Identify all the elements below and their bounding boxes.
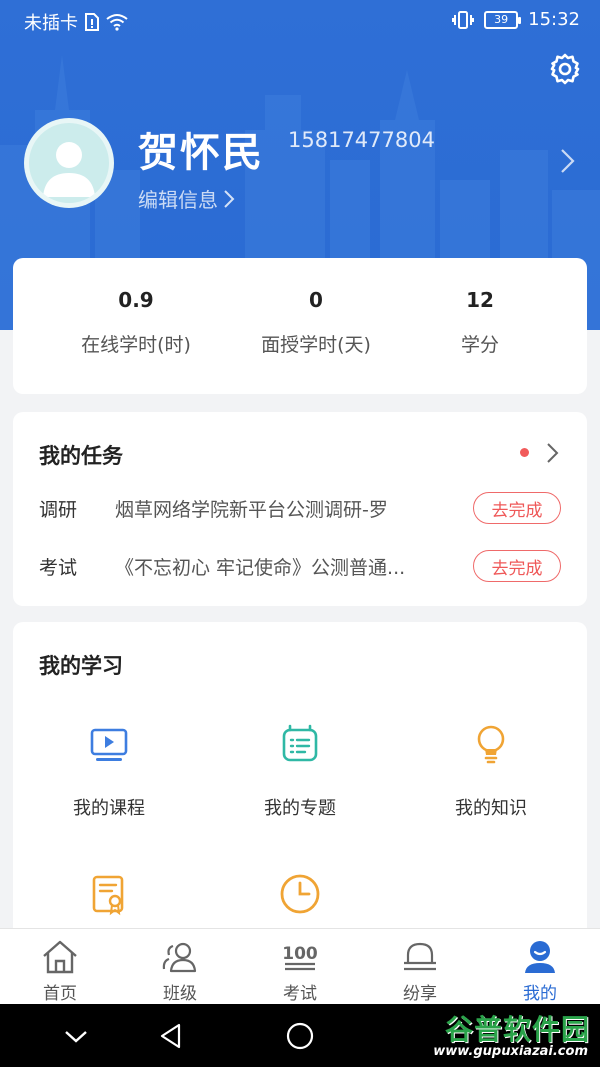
certificate-icon xyxy=(92,875,124,916)
stat-label: 面授学时(天) xyxy=(261,334,371,356)
home-circle-icon[interactable] xyxy=(284,1020,316,1052)
study-item-courses[interactable]: 我的课程 xyxy=(19,722,199,820)
edit-info-label: 编辑信息 xyxy=(138,188,218,212)
bottom-tab-bar: 首页 班级 100 考试 纷享 我的 xyxy=(0,928,600,1004)
task-type: 考试 xyxy=(39,556,78,579)
watermark-url: www.gupuxiazai.com xyxy=(433,1044,588,1059)
study-title: 我的学习 xyxy=(39,654,123,678)
tab-home[interactable]: 首页 xyxy=(0,929,120,1004)
home-icon xyxy=(43,940,77,974)
tab-mine[interactable]: 我的 xyxy=(480,929,600,1004)
stats-card: 0.9 在线学时(时) 0 面授学时(天) 12 学分 xyxy=(13,258,587,394)
user-name: 贺怀民 xyxy=(138,130,264,176)
task-name: 《不忘初心 牢记使命》公测普通... xyxy=(115,556,406,579)
my-tasks-card: 我的任务 调研 烟草网络学院新平台公测调研-罗 去完成 考试 《不忘初心 牢记使… xyxy=(13,412,587,606)
tab-exam[interactable]: 100 考试 xyxy=(240,929,360,1004)
tab-label: 首页 xyxy=(43,984,77,1004)
watermark-title: 谷普软件园 xyxy=(444,1013,590,1046)
tab-label: 纷享 xyxy=(403,984,437,1004)
svg-text:100: 100 xyxy=(282,944,318,964)
stat-value: 12 xyxy=(466,288,494,312)
stat-face-hours[interactable]: 0 面授学时(天) xyxy=(221,288,411,357)
task-row[interactable]: 考试 《不忘初心 牢记使命》公测普通... 去完成 xyxy=(39,550,561,582)
study-item-label: 我的知识 xyxy=(455,798,527,819)
default-user-icon xyxy=(43,142,95,197)
user-phone: 15817477804 xyxy=(288,128,435,152)
my-study-card: 我的学习 我的课程 我的专题 我的知识 xyxy=(13,622,587,952)
topic-icon xyxy=(282,724,318,762)
exam-100-icon: 100 xyxy=(282,944,318,971)
study-item-topics[interactable]: 我的专题 xyxy=(210,722,390,820)
edit-info-link[interactable]: 编辑信息 xyxy=(138,184,236,213)
stat-credits[interactable]: 12 学分 xyxy=(385,288,575,357)
avatar[interactable] xyxy=(24,118,114,208)
profile-icon xyxy=(525,941,555,973)
tab-share[interactable]: 纷享 xyxy=(360,929,480,1004)
task-name: 烟草网络学院新平台公测调研-罗 xyxy=(115,498,388,521)
tab-label: 班级 xyxy=(163,984,197,1004)
tab-class[interactable]: 班级 xyxy=(120,929,240,1004)
chevron-right-icon xyxy=(224,189,235,208)
tasks-title: 我的任务 xyxy=(39,444,123,468)
watermark-logo: 谷普软件园 www.gupuxiazai.com xyxy=(416,1008,596,1064)
task-row[interactable]: 调研 烟草网络学院新平台公测调研-罗 去完成 xyxy=(39,492,561,524)
lightbulb-icon xyxy=(477,725,505,764)
stat-value: 0 xyxy=(309,288,323,312)
tab-label: 我的 xyxy=(523,984,557,1004)
clock-time: 15:32 xyxy=(528,9,580,30)
clock-icon xyxy=(280,874,320,914)
back-triangle-icon[interactable] xyxy=(155,1020,187,1052)
class-icon xyxy=(162,942,197,973)
study-item-label: 我的课程 xyxy=(73,798,145,819)
vibrate-icon xyxy=(452,10,475,29)
stat-value: 0.9 xyxy=(118,288,154,312)
tab-label: 考试 xyxy=(283,984,317,1004)
battery-indicator: 39 xyxy=(484,10,522,29)
notification-dot xyxy=(520,448,529,457)
chevron-right-icon[interactable] xyxy=(545,440,561,466)
carrier-label: 未插卡 xyxy=(24,13,78,34)
wifi-icon xyxy=(106,14,128,31)
collapse-chevron-icon[interactable] xyxy=(60,1020,92,1052)
video-course-icon xyxy=(90,728,128,761)
study-item-label: 我的专题 xyxy=(264,798,336,819)
stat-label: 学分 xyxy=(460,334,499,356)
sim-icon xyxy=(85,13,99,31)
study-item-knowledge[interactable]: 我的知识 xyxy=(401,722,581,820)
bell-share-icon xyxy=(404,942,436,971)
profile-section: 贺怀民 15817477804 编辑信息 xyxy=(24,118,584,218)
stat-online-hours[interactable]: 0.9 在线学时(时) xyxy=(41,288,231,357)
complete-task-button[interactable]: 去完成 xyxy=(473,492,561,524)
status-bar: 未插卡 39 15:32 xyxy=(0,0,600,40)
profile-detail-chevron-icon[interactable] xyxy=(556,146,580,176)
system-navigation-bar: 谷普软件园 www.gupuxiazai.com xyxy=(0,1004,600,1067)
settings-gear-icon[interactable] xyxy=(548,52,582,86)
complete-task-button[interactable]: 去完成 xyxy=(473,550,561,582)
stat-label: 在线学时(时) xyxy=(81,334,191,356)
task-type: 调研 xyxy=(39,498,78,521)
